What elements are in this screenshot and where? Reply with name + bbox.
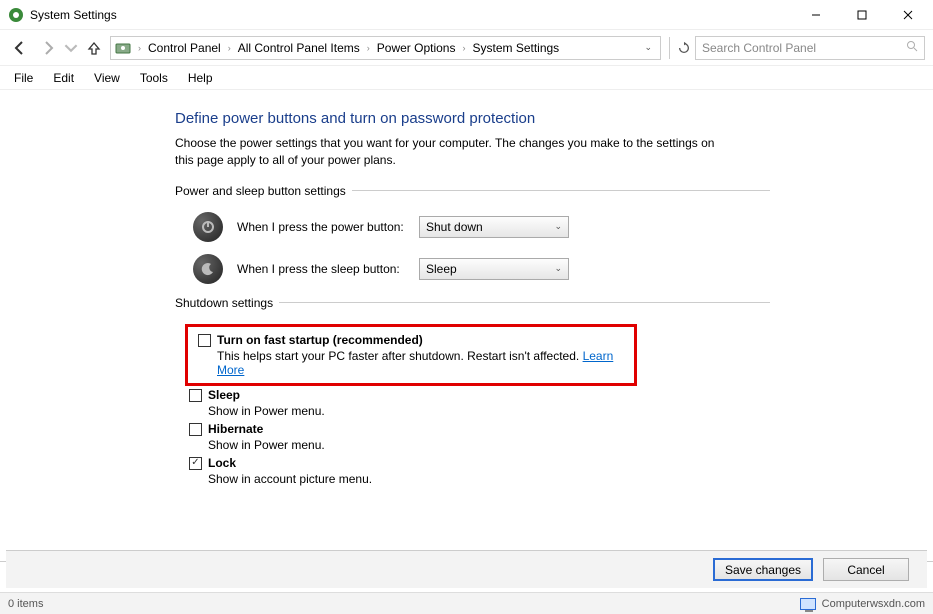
back-button[interactable] [8, 36, 32, 60]
content-area: Define power buttons and turn on passwor… [0, 92, 933, 562]
chevron-right-icon[interactable]: › [459, 43, 468, 53]
forward-button[interactable] [36, 36, 60, 60]
navbar: › Control Panel › All Control Panel Item… [0, 30, 933, 66]
section-shutdown: Shutdown settings [175, 296, 770, 310]
app-icon [8, 7, 24, 23]
save-changes-button[interactable]: Save changes [713, 558, 813, 581]
breadcrumb-item[interactable]: Control Panel [146, 39, 223, 57]
window-controls [793, 0, 931, 30]
section-label: Power and sleep button settings [175, 184, 352, 198]
power-icon [193, 212, 223, 242]
close-button[interactable] [885, 0, 931, 30]
menu-edit[interactable]: Edit [45, 69, 82, 87]
search-icon [906, 40, 918, 55]
hibernate-option: Hibernate Show in Power menu. [189, 422, 770, 452]
address-dropdown-icon[interactable]: ⌄ [644, 42, 652, 53]
sleep-button-row: When I press the sleep button: Sleep ⌄ [193, 254, 770, 284]
chevron-right-icon[interactable]: › [225, 43, 234, 53]
control-panel-icon [115, 40, 131, 56]
page-description: Choose the power settings that you want … [175, 135, 725, 170]
power-button-select[interactable]: Shut down ⌄ [419, 216, 569, 238]
fast-startup-highlight: Turn on fast startup (recommended) This … [185, 324, 637, 386]
lock-option: Lock Show in account picture menu. [189, 456, 770, 486]
breadcrumb-item[interactable]: All Control Panel Items [236, 39, 362, 57]
hibernate-label: Hibernate [208, 422, 263, 436]
menu-help[interactable]: Help [180, 69, 221, 87]
sleep-option: Sleep Show in Power menu. [189, 388, 770, 418]
titlebar: System Settings [0, 0, 933, 30]
cancel-button[interactable]: Cancel [823, 558, 909, 581]
select-value: Shut down [426, 220, 483, 234]
minimize-button[interactable] [793, 0, 839, 30]
breadcrumb-item[interactable]: System Settings [470, 39, 561, 57]
maximize-button[interactable] [839, 0, 885, 30]
menu-file[interactable]: File [6, 69, 41, 87]
up-button[interactable] [82, 36, 106, 60]
fast-startup-label: Turn on fast startup (recommended) [217, 333, 423, 347]
power-button-label: When I press the power button: [237, 220, 405, 234]
menu-view[interactable]: View [86, 69, 128, 87]
fast-startup-checkbox[interactable] [198, 334, 211, 347]
recent-dropdown[interactable] [64, 36, 78, 60]
chevron-down-icon: ⌄ [554, 263, 562, 274]
sleep-icon [193, 254, 223, 284]
sleep-label: Sleep [208, 388, 240, 402]
hibernate-desc: Show in Power menu. [208, 438, 770, 452]
sleep-button-select[interactable]: Sleep ⌄ [419, 258, 569, 280]
status-right: Computerwsxdn.com [822, 598, 925, 610]
status-left: 0 items [8, 598, 43, 610]
refresh-button[interactable] [669, 37, 691, 59]
sleep-checkbox[interactable] [189, 389, 202, 402]
page-title: Define power buttons and turn on passwor… [175, 110, 770, 127]
statusbar: 0 items Computerwsxdn.com [0, 592, 933, 614]
fast-startup-desc: This helps start your PC faster after sh… [217, 349, 583, 363]
chevron-right-icon[interactable]: › [364, 43, 373, 53]
hibernate-checkbox[interactable] [189, 423, 202, 436]
menubar: File Edit View Tools Help [0, 66, 933, 90]
chevron-right-icon[interactable]: › [135, 43, 144, 53]
breadcrumb-item[interactable]: Power Options [375, 39, 458, 57]
monitor-icon [800, 598, 816, 610]
section-power-sleep: Power and sleep button settings [175, 184, 770, 198]
menu-tools[interactable]: Tools [132, 69, 176, 87]
lock-desc: Show in account picture menu. [208, 472, 770, 486]
sleep-desc: Show in Power menu. [208, 404, 770, 418]
lock-label: Lock [208, 456, 236, 470]
search-input[interactable]: Search Control Panel [695, 36, 925, 60]
section-label: Shutdown settings [175, 296, 279, 310]
window-title: System Settings [30, 8, 117, 22]
chevron-down-icon: ⌄ [554, 221, 562, 232]
select-value: Sleep [426, 262, 457, 276]
button-bar: Save changes Cancel [6, 550, 927, 588]
breadcrumb[interactable]: › Control Panel › All Control Panel Item… [110, 36, 661, 60]
search-placeholder: Search Control Panel [702, 41, 906, 55]
power-button-row: When I press the power button: Shut down… [193, 212, 770, 242]
lock-checkbox[interactable] [189, 457, 202, 470]
sleep-button-label: When I press the sleep button: [237, 262, 405, 276]
